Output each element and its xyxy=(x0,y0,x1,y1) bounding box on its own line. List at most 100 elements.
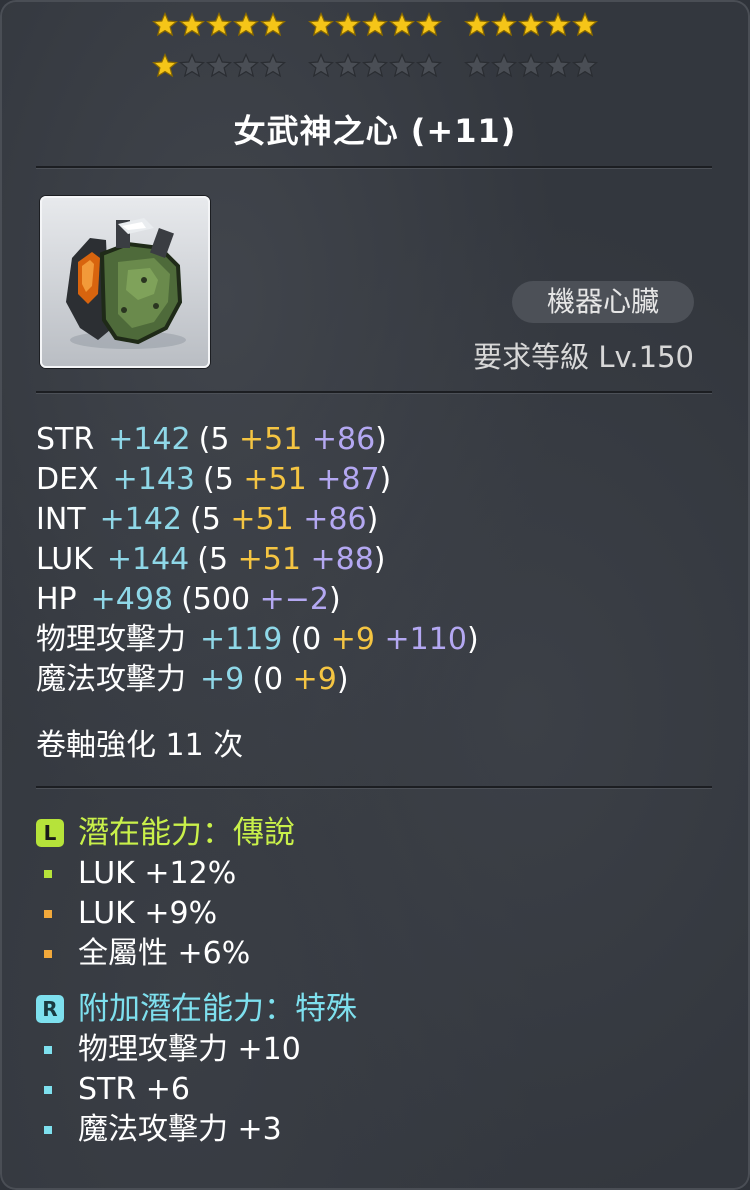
required-level: 要求等級 Lv.150 xyxy=(473,340,694,374)
stat-paren: ( xyxy=(198,422,211,457)
item-name: 女武神之心 (+11) xyxy=(233,112,517,150)
stat-total: +142 xyxy=(99,502,183,537)
star-empty-icon xyxy=(518,53,544,79)
stat-scroll: +51 xyxy=(230,502,294,537)
divider xyxy=(36,391,712,394)
rare-grade-icon: R xyxy=(36,995,64,1023)
stat-paren: ( xyxy=(290,622,303,657)
star-empty-icon xyxy=(389,53,415,79)
stat-scroll: +51 xyxy=(238,422,303,457)
stat-starforce: +86 xyxy=(303,502,367,537)
star-group xyxy=(308,53,442,79)
bonus-potential-line: 魔法攻擊力 +3 xyxy=(36,1110,357,1150)
stat-paren: ) xyxy=(373,542,386,577)
item-type-badge: 機器心臟 xyxy=(512,281,694,323)
stat-paren: ) xyxy=(466,622,479,657)
item-tooltip: 女武神之心 (+11) 機器心臟 要求等級 Lv.150 STR +142 (5… xyxy=(0,0,750,1190)
stat-line: HP +498 (500 +−2) xyxy=(36,580,479,620)
star-filled-icon xyxy=(518,12,544,38)
stat-paren: ) xyxy=(328,582,341,617)
rare-bullet-icon xyxy=(44,1126,52,1134)
stat-paren: ) xyxy=(366,502,379,537)
divider xyxy=(36,166,712,169)
stat-starforce: +−2 xyxy=(259,582,329,617)
star-filled-icon xyxy=(152,12,178,38)
potential-section: L 潛在能力：傳說 LUK +12% LUK +9% 全屬性 +6% xyxy=(36,812,295,974)
stat-base: 5 xyxy=(210,422,230,457)
potential-line: LUK +12% xyxy=(36,854,295,894)
star-empty-icon xyxy=(206,53,232,79)
stat-paren: ( xyxy=(252,662,264,697)
stat-name: INT xyxy=(36,502,86,537)
stat-base: 5 xyxy=(214,462,234,497)
bonus-potential-text: 物理攻擊力 +10 xyxy=(78,1032,301,1067)
star-empty-icon xyxy=(362,53,388,79)
stat-line: 物理攻擊力 +119 (0 +9 +110) xyxy=(36,620,479,660)
bonus-potential-section: R 附加潛在能力：特殊 物理攻擊力 +10 STR +6 魔法攻擊力 +3 xyxy=(36,988,357,1150)
stat-base: 5 xyxy=(208,542,229,577)
star-filled-icon xyxy=(362,12,388,38)
item-icon-frame[interactable] xyxy=(40,196,210,368)
stat-base: 0 xyxy=(263,662,284,697)
star-force-row-2 xyxy=(0,53,750,79)
potential-text: LUK +9% xyxy=(78,896,218,931)
star-filled-icon xyxy=(335,12,361,38)
stat-starforce: +87 xyxy=(316,462,380,497)
stat-total: +9 xyxy=(200,662,245,697)
rare-bullet-icon xyxy=(44,1086,52,1094)
stat-paren: ) xyxy=(379,462,392,497)
unique-bullet-icon xyxy=(44,950,52,958)
potential-line: 全屬性 +6% xyxy=(36,934,295,974)
star-group xyxy=(152,53,286,79)
bonus-potential-line: STR +6 xyxy=(36,1070,357,1110)
potential-header: L 潛在能力：傳說 xyxy=(36,812,295,854)
potential-text: 全屬性 +6% xyxy=(78,936,251,971)
stat-starforce: +88 xyxy=(310,542,374,577)
stat-paren: ( xyxy=(181,582,193,617)
star-group xyxy=(464,12,598,38)
star-filled-icon xyxy=(389,12,415,38)
stat-name: DEX xyxy=(36,462,99,497)
stat-scroll: +9 xyxy=(292,662,337,697)
star-empty-icon xyxy=(335,53,361,79)
stat-line: STR +142 (5 +51 +86) xyxy=(36,420,479,460)
bonus-potential-line: 物理攻擊力 +10 xyxy=(36,1030,357,1070)
stat-paren: ( xyxy=(197,542,209,577)
stat-paren: ) xyxy=(375,422,387,457)
star-group xyxy=(464,53,598,79)
bonus-potential-header: R 附加潛在能力：特殊 xyxy=(36,988,357,1030)
stat-total: +119 xyxy=(200,622,283,657)
scroll-enhance-count: 卷軸強化 11 次 xyxy=(36,728,244,763)
stat-total: +144 xyxy=(106,542,190,577)
bonus-potential-title: 附加潛在能力：特殊 xyxy=(78,991,357,1027)
star-filled-icon xyxy=(572,12,598,38)
star-empty-icon xyxy=(545,53,571,79)
star-empty-icon xyxy=(233,53,259,79)
stat-paren: ) xyxy=(336,662,349,697)
star-filled-icon xyxy=(152,53,178,79)
stat-line: DEX +143 (5 +51 +87) xyxy=(36,460,479,500)
star-empty-icon xyxy=(260,53,286,79)
star-group xyxy=(152,12,286,38)
star-force-row-1 xyxy=(0,12,750,38)
stat-base: 500 xyxy=(192,582,251,617)
potential-text: LUK +12% xyxy=(78,856,237,891)
stat-starforce: +86 xyxy=(311,422,376,457)
stat-scroll: +51 xyxy=(243,462,307,497)
divider xyxy=(36,786,712,789)
stat-line: 魔法攻擊力 +9 (0 +9) xyxy=(36,660,479,700)
star-filled-icon xyxy=(233,12,259,38)
star-empty-icon xyxy=(572,53,598,79)
stat-starforce: +110 xyxy=(384,622,467,657)
stat-paren: ( xyxy=(190,502,202,537)
star-filled-icon xyxy=(260,12,286,38)
star-filled-icon xyxy=(416,12,442,38)
legendary-bullet-icon xyxy=(44,870,52,878)
stat-total: +498 xyxy=(90,582,174,617)
star-empty-icon xyxy=(416,53,442,79)
stat-total: +142 xyxy=(108,422,191,457)
stat-scroll: +51 xyxy=(237,542,301,577)
star-empty-icon xyxy=(464,53,490,79)
stat-total: +143 xyxy=(112,462,196,497)
stat-name: STR xyxy=(36,422,95,457)
